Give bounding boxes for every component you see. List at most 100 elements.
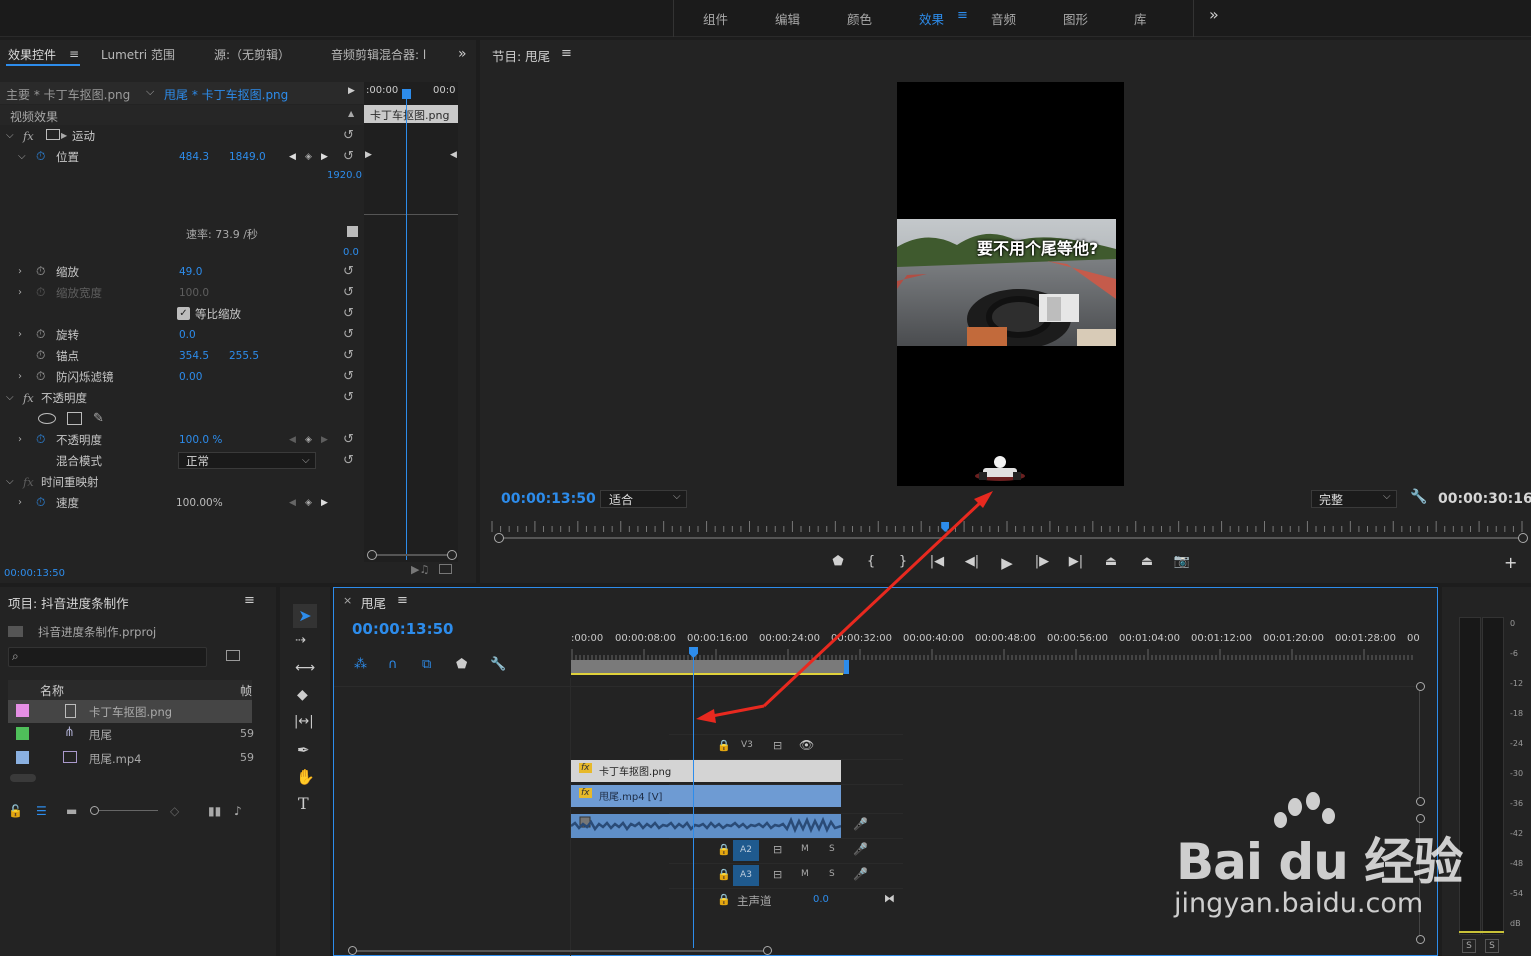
solo-button[interactable]: S xyxy=(829,869,835,879)
nest-toggle-icon[interactable]: ⁂ xyxy=(354,657,388,672)
list-item[interactable]: ⋔ 甩尾 59 xyxy=(8,723,254,747)
workspace-menu-icon[interactable]: ≡ xyxy=(957,8,968,23)
fx-badge[interactable]: fx xyxy=(579,763,592,773)
fx-icon[interactable]: fx xyxy=(23,391,34,405)
motion-expand-icon[interactable]: ⌵ xyxy=(6,130,14,141)
reset-icon[interactable]: ↺ xyxy=(343,149,354,164)
track-header-a3[interactable]: 🔒 A3 ⊟ M S 🎤 xyxy=(669,863,903,887)
workspace-more-icon[interactable]: » xyxy=(1209,5,1219,24)
play-icon[interactable]: ▶ xyxy=(989,554,1025,572)
zoom-slider[interactable] xyxy=(90,806,170,816)
sync-lock-icon[interactable]: ⊟ xyxy=(773,843,782,856)
stopwatch-icon[interactable]: ⏱ xyxy=(36,264,45,279)
play-only-clip-icon[interactable]: ▶ xyxy=(348,86,355,96)
effect-controls-timecode[interactable]: 00:00:13:50 xyxy=(4,568,65,579)
step-forward-icon[interactable]: |▶ xyxy=(1025,554,1059,572)
video-canvas[interactable]: 要不用个尾等他? xyxy=(897,82,1124,486)
wrench-icon[interactable]: 🔧 xyxy=(1410,489,1427,505)
export-icon[interactable] xyxy=(439,564,452,574)
video-track-scrollbar[interactable] xyxy=(1416,682,1425,806)
reset-icon[interactable]: ↺ xyxy=(343,432,354,447)
opacity-value[interactable]: 100.0 % xyxy=(179,434,222,446)
graph-toggle-icon[interactable] xyxy=(347,226,358,237)
transform-icon[interactable] xyxy=(46,129,60,140)
add-marker-icon[interactable]: ⬟ xyxy=(456,657,490,672)
prev-keyframe-icon[interactable]: ◀ xyxy=(289,435,296,445)
zoom-handle-left[interactable] xyxy=(367,550,377,560)
mini-zoom-bar[interactable] xyxy=(370,554,454,556)
expand-icon[interactable]: › xyxy=(18,287,22,298)
anchor-y-value[interactable]: 255.5 xyxy=(229,350,259,362)
mini-timeline[interactable]: :00:00 00:0 卡丁车抠图.png ▶ ◀ xyxy=(364,82,458,562)
mini-playhead-handle[interactable] xyxy=(402,89,411,99)
column-header-fps[interactable]: 帧 xyxy=(240,682,252,699)
program-timecode[interactable]: 00:00:13:50 xyxy=(501,491,596,507)
mute-button[interactable]: M xyxy=(801,844,809,854)
button-editor-icon[interactable]: + xyxy=(1504,553,1517,572)
program-menu-icon[interactable]: ≡ xyxy=(561,46,572,61)
reset-icon[interactable]: ↺ xyxy=(343,306,354,321)
project-menu-icon[interactable]: ≡ xyxy=(244,593,255,608)
clip-v1[interactable]: fx 甩尾.mp4 [V] xyxy=(571,785,841,807)
track-select-tool-icon[interactable]: ⇢ xyxy=(295,633,306,648)
expand-icon[interactable]: › xyxy=(18,329,22,340)
tab-audio-clip-mixer[interactable]: 音频剪辑混合器: l xyxy=(331,46,426,63)
track-header-master[interactable]: 🔒 主声道 0.0 ⧓ xyxy=(669,888,903,912)
scale-value[interactable]: 49.0 xyxy=(179,266,202,278)
clip-a1-waveform[interactable] xyxy=(571,814,841,838)
prev-keyframe-icon[interactable]: ◀ xyxy=(289,498,296,508)
expand-icon[interactable]: › xyxy=(18,434,22,445)
track-label[interactable]: A2 xyxy=(733,840,759,861)
workspace-tab-3[interactable]: 效果 xyxy=(919,9,944,28)
lock-icon[interactable]: 🔓 xyxy=(8,804,36,818)
add-marker-icon[interactable]: ⬟ xyxy=(821,554,855,572)
workspace-tab-5[interactable]: 图形 xyxy=(1063,9,1088,28)
stopwatch-icon[interactable]: ⏱ xyxy=(36,495,45,510)
timeline-zoom-bar[interactable] xyxy=(352,950,772,952)
go-to-in-icon[interactable]: |◀ xyxy=(919,554,955,572)
workspace-tab-2[interactable]: 颜色 xyxy=(847,9,872,28)
stopwatch-icon[interactable]: ⏱ xyxy=(36,149,45,164)
pen-mask-icon[interactable]: ✎ xyxy=(93,411,104,426)
extract-icon[interactable]: ⏏ xyxy=(1129,554,1165,572)
panel-more-icon[interactable]: » xyxy=(458,46,467,62)
automate-icon[interactable]: ▮▮ xyxy=(208,804,234,818)
settings-wrench-icon[interactable]: 🔧 xyxy=(490,657,524,672)
stopwatch-icon[interactable]: ⏱ xyxy=(36,369,45,384)
track-label[interactable]: A3 xyxy=(733,865,759,886)
mini-playhead[interactable] xyxy=(406,92,407,560)
reset-icon[interactable]: ↺ xyxy=(343,264,354,279)
tab-menu-icon[interactable]: ≡ xyxy=(69,47,79,61)
add-keyframe-icon[interactable]: ◈ xyxy=(305,498,312,508)
tab-lumetri-scopes[interactable]: Lumetri 范围 xyxy=(101,46,175,63)
stopwatch-icon[interactable]: ⏱ xyxy=(36,432,45,447)
step-back-icon[interactable]: ◀| xyxy=(955,554,989,572)
mark-out-icon[interactable]: } xyxy=(887,554,919,572)
go-to-out-icon[interactable]: ▶| xyxy=(1059,554,1093,572)
filter-icon[interactable]: ▶♫ xyxy=(411,563,429,576)
lock-icon[interactable]: 🔒 xyxy=(717,893,731,906)
type-tool-icon[interactable]: T xyxy=(298,794,309,813)
expand-icon[interactable]: › xyxy=(18,497,22,508)
master-clip-label[interactable]: 主要 * 卡丁车抠图.png xyxy=(6,86,130,103)
anti-flicker-value[interactable]: 0.00 xyxy=(179,371,202,383)
hand-tool-icon[interactable]: ✋ xyxy=(296,768,315,786)
work-area-bar[interactable] xyxy=(571,660,847,674)
slip-tool-icon[interactable]: |↔| xyxy=(294,714,314,729)
microphone-icon[interactable]: 🎤 xyxy=(853,867,868,881)
reset-icon[interactable]: ↺ xyxy=(343,390,354,405)
program-zoom-bar[interactable] xyxy=(502,537,1522,539)
position-y-value[interactable]: 1849.0 xyxy=(229,151,266,163)
fx-badge[interactable]: fx xyxy=(579,788,592,798)
mute-button[interactable]: M xyxy=(801,869,809,879)
sync-lock-icon[interactable]: ⊟ xyxy=(773,868,782,881)
meter-solo-left[interactable]: S xyxy=(1462,939,1476,953)
reset-icon[interactable]: ↺ xyxy=(343,369,354,384)
expand-icon[interactable]: ⌵ xyxy=(18,151,26,162)
expand-icon[interactable]: › xyxy=(18,266,22,277)
eye-icon[interactable]: 👁 xyxy=(799,738,814,752)
timeline-playhead[interactable] xyxy=(693,654,694,948)
linked-selection-icon[interactable]: ⧉ xyxy=(422,657,456,672)
sequence-clip-label[interactable]: 甩尾 * 卡丁车抠图.png xyxy=(164,86,288,103)
mark-in-icon[interactable]: { xyxy=(855,554,887,572)
